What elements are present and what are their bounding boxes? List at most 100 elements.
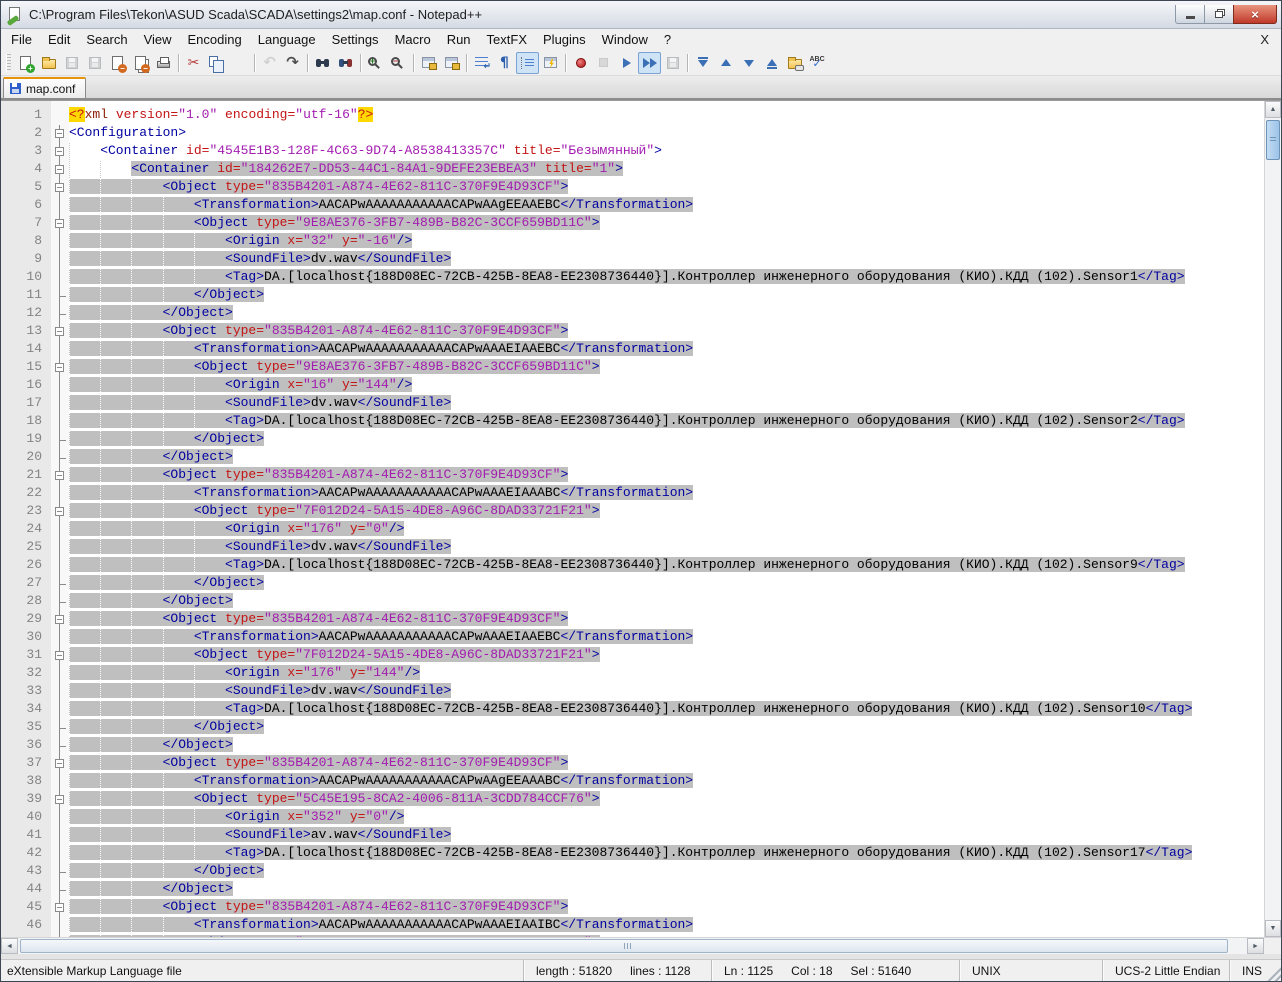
macro-play-button[interactable]: [615, 52, 638, 74]
toolbar-grip[interactable]: [6, 53, 11, 72]
code-line[interactable]: <Tag>DA.[localhost{188D08EC-72CB-425B-8E…: [69, 701, 1264, 719]
new-file-button[interactable]: [14, 52, 37, 74]
code-line[interactable]: <Object type="835B4201-A874-4E62-811C-37…: [69, 899, 1264, 917]
sync-vertical-scrolling-button[interactable]: [417, 52, 440, 74]
code-line[interactable]: <Tag>DA.[localhost{188D08EC-72CB-425B-8E…: [69, 557, 1264, 575]
close-all-button[interactable]: [129, 52, 152, 74]
copy-button[interactable]: [205, 52, 228, 74]
nav-next-button[interactable]: [737, 52, 760, 74]
fold-collapse-box[interactable]: [55, 471, 64, 480]
print-button[interactable]: [152, 52, 175, 74]
menu-item-search[interactable]: Search: [78, 30, 135, 49]
close-button[interactable]: ×: [1233, 5, 1277, 24]
text-area[interactable]: <?xml version="1.0" encoding="utf-16"?> <…: [69, 101, 1264, 937]
code-line[interactable]: </Object>: [69, 431, 1264, 449]
menu-item-macro[interactable]: Macro: [387, 30, 439, 49]
code-line[interactable]: <Object type="7F012D24-5A15-4DE8-A96C-8D…: [69, 503, 1264, 521]
code-line[interactable]: <Origin x="16" y="144"/>: [69, 377, 1264, 395]
fold-collapse-box[interactable]: [55, 219, 64, 228]
sync-horizontal-scrolling-button[interactable]: [440, 52, 463, 74]
horizontal-scroll-thumb[interactable]: [20, 939, 1228, 953]
menu-item-window[interactable]: Window: [594, 30, 656, 49]
code-line[interactable]: <SoundFile>av.wav</SoundFile>: [69, 827, 1264, 845]
code-line[interactable]: <Object type="5C45E195-8CA2-4006-811A-3C…: [69, 791, 1264, 809]
fold-collapse-box[interactable]: [55, 129, 64, 138]
fold-collapse-box[interactable]: [55, 507, 64, 516]
find-button[interactable]: [311, 52, 334, 74]
code-line[interactable]: </Object>: [69, 593, 1264, 611]
close-file-button[interactable]: [106, 52, 129, 74]
fold-collapse-box[interactable]: [55, 651, 64, 660]
menu-item-view[interactable]: View: [136, 30, 180, 49]
code-line[interactable]: </Object>: [69, 575, 1264, 593]
code-line[interactable]: <SoundFile>dv.wav</SoundFile>: [69, 395, 1264, 413]
fold-collapse-box[interactable]: [55, 327, 64, 336]
macro-stop-button[interactable]: [592, 52, 615, 74]
fold-collapse-box[interactable]: [55, 363, 64, 372]
horizontal-scroll-track[interactable]: [18, 938, 1247, 954]
redo-button[interactable]: [281, 52, 304, 74]
minimize-button[interactable]: [1175, 5, 1205, 24]
menu-item-settings[interactable]: Settings: [324, 30, 387, 49]
restore-button[interactable]: [1204, 5, 1234, 24]
code-line[interactable]: <Transformation>AACAPwAAAAAAAAAAACAPwAAA…: [69, 629, 1264, 647]
fold-collapse-box[interactable]: [55, 165, 64, 174]
code-line[interactable]: <Origin x="176" y="0"/>: [69, 521, 1264, 539]
code-line[interactable]: <Transformation>AACAPwAAAAAAAAAAACAPwAAA…: [69, 917, 1264, 935]
vertical-scroll-thumb[interactable]: [1266, 120, 1280, 160]
code-line[interactable]: <Object type="9E8AE376-3FB7-489B-B82C-3C…: [69, 215, 1264, 233]
fold-collapse-box[interactable]: [55, 147, 64, 156]
zoom-out-button[interactable]: [387, 52, 410, 74]
spell-check-button[interactable]: [806, 52, 829, 74]
code-line[interactable]: <Tag>DA.[localhost{188D08EC-72CB-425B-8E…: [69, 269, 1264, 287]
code-line[interactable]: <Transformation>AACAPwAAAAAAAAAAACAPwAAA…: [69, 485, 1264, 503]
code-line[interactable]: <Object type="835B4201-A874-4E62-811C-37…: [69, 179, 1264, 197]
code-line[interactable]: </Object>: [69, 287, 1264, 305]
code-line[interactable]: <Origin x="176" y="144"/>: [69, 665, 1264, 683]
user-defined-dialog-button[interactable]: [539, 52, 562, 74]
undo-button[interactable]: [258, 52, 281, 74]
code-line[interactable]: </Object>: [69, 737, 1264, 755]
save-all-button[interactable]: [83, 52, 106, 74]
menu-item-encoding[interactable]: Encoding: [180, 30, 250, 49]
save-file-button[interactable]: [60, 52, 83, 74]
show-indent-guide-button[interactable]: [516, 51, 539, 74]
menu-item-edit[interactable]: Edit: [40, 30, 78, 49]
scroll-down-arrow[interactable]: ▼: [1265, 920, 1281, 937]
menu-item-help[interactable]: ?: [656, 30, 679, 49]
scroll-left-arrow[interactable]: ◄: [1, 938, 18, 954]
fold-collapse-box[interactable]: [55, 615, 64, 624]
vertical-scrollbar[interactable]: ▲ ▼: [1264, 101, 1281, 937]
nav-previous-button[interactable]: [714, 52, 737, 74]
code-line[interactable]: <?xml version="1.0" encoding="utf-16"?>: [69, 107, 1264, 125]
code-line[interactable]: <Tag>DA.[localhost{188D08EC-72CB-425B-8E…: [69, 413, 1264, 431]
code-line[interactable]: <Origin x="352" y="0"/>: [69, 809, 1264, 827]
nav-first-button[interactable]: [691, 52, 714, 74]
tab-map-conf[interactable]: map.conf: [3, 77, 87, 98]
cut-button[interactable]: [182, 52, 205, 74]
code-line[interactable]: <Transformation>AACAPwAAAAAAAAAAACAPwAAg…: [69, 197, 1264, 215]
scroll-up-arrow[interactable]: ▲: [1265, 101, 1281, 118]
code-line[interactable]: </Object>: [69, 881, 1264, 899]
fold-collapse-box[interactable]: [55, 795, 64, 804]
fold-collapse-box[interactable]: [55, 183, 64, 192]
code-line[interactable]: </Object>: [69, 719, 1264, 737]
zoom-in-button[interactable]: [364, 52, 387, 74]
code-line[interactable]: <Tag>DA.[localhost{188D08EC-72CB-425B-8E…: [69, 845, 1264, 863]
vertical-scroll-track[interactable]: [1265, 118, 1281, 920]
code-line[interactable]: <SoundFile>dv.wav</SoundFile>: [69, 251, 1264, 269]
macro-record-button[interactable]: [569, 52, 592, 74]
paste-button[interactable]: [228, 52, 251, 74]
code-line[interactable]: </Object>: [69, 863, 1264, 881]
code-line[interactable]: <SoundFile>dv.wav</SoundFile>: [69, 539, 1264, 557]
menu-item-file[interactable]: File: [3, 30, 40, 49]
code-line[interactable]: </Object>: [69, 305, 1264, 323]
resize-grip[interactable]: [1265, 965, 1281, 981]
code-line[interactable]: <Object type="9E8AE376-3FB7-489B-B82C-3C…: [69, 359, 1264, 377]
open-file-button[interactable]: [37, 52, 60, 74]
scroll-right-arrow[interactable]: ►: [1247, 938, 1264, 954]
code-line[interactable]: <Object type="835B4201-A874-4E62-811C-37…: [69, 467, 1264, 485]
code-line[interactable]: <Configuration>: [69, 125, 1264, 143]
code-line[interactable]: <Object type="835B4201-A874-4E62-811C-37…: [69, 611, 1264, 629]
code-line[interactable]: <Container id="4545E1B3-128F-4C63-9D74-A…: [69, 143, 1264, 161]
